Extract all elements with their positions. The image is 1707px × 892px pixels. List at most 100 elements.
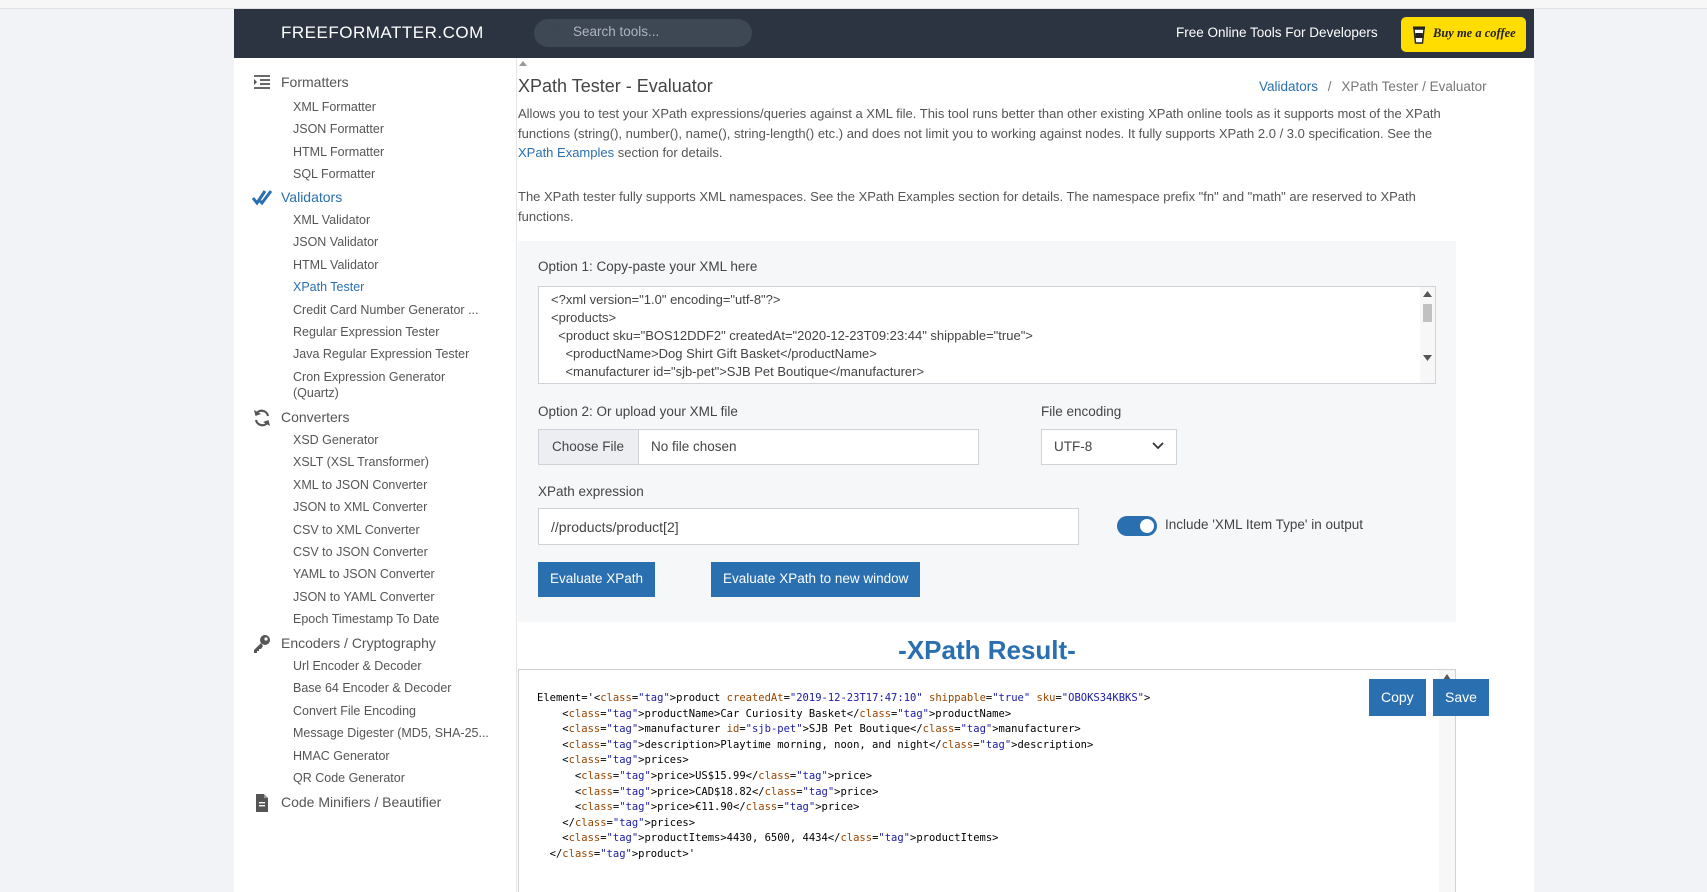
encoding-select[interactable]: UTF-8 <box>1041 429 1177 465</box>
result-line: <class="tag">manufacturer id="sjb-pet">S… <box>537 723 1081 736</box>
sidebar-item[interactable]: Convert File Encoding <box>293 704 416 718</box>
sidebar-item[interactable]: JSON Validator <box>293 235 378 249</box>
xml-textarea-scrollbar[interactable] <box>1420 287 1435 383</box>
sidebar-item[interactable]: XML Formatter <box>293 100 376 114</box>
result-line: Element='<class="tag">product createdAt=… <box>537 692 1151 704</box>
refresh-icon <box>254 409 270 427</box>
sidebar-item[interactable]: JSON Formatter <box>293 122 384 136</box>
file-icon <box>256 794 268 812</box>
result-title: -XPath Result- <box>898 635 1076 665</box>
sidebar-category-2[interactable]: Converters <box>281 409 349 425</box>
xml-textarea[interactable]: <manufacturer id="sjb-pet">SJB Pet Bouti… <box>538 286 1436 384</box>
item-type-toggle[interactable] <box>1117 516 1157 536</box>
encoding-value: UTF-8 <box>1054 439 1093 454</box>
key-icon <box>254 635 270 653</box>
sidebar-item[interactable]: Java Regular Expression Tester <box>293 347 469 361</box>
result-line: <class="tag">productItems>4430, 6500, 44… <box>537 832 999 845</box>
sidebar: Formatters XML Formatter JSON Formatter HTM… <box>234 58 517 892</box>
site-logo[interactable]: FREEFORMATTER.COM <box>281 23 484 43</box>
page-title: XPath Tester - Evaluator <box>518 76 713 96</box>
option2-label: Option 2: Or upload your XML file <box>538 404 738 419</box>
sidebar-item[interactable]: Cron Expression Generator <box>293 370 445 384</box>
sidebar-category-0[interactable]: Formatters <box>281 74 349 90</box>
sidebar-item[interactable]: CSV to JSON Converter <box>293 545 428 559</box>
sidebar-item[interactable]: XSLT (XSL Transformer) <box>293 455 429 469</box>
coffee-label: Buy me a coffee <box>1433 26 1516 40</box>
evaluate-xpath-new-window-button[interactable]: Evaluate XPath to new window <box>711 562 921 597</box>
choose-file-button[interactable]: Choose File <box>539 430 639 464</box>
sidebar-scroll-up-icon[interactable] <box>519 58 527 70</box>
sidebar-item[interactable]: HTML Formatter <box>293 145 384 159</box>
result-line: <class="tag">description>Playtime mornin… <box>537 738 1094 751</box>
result-line: </class="tag">prices> <box>537 816 696 829</box>
sidebar-item[interactable]: Regular Expression Tester <box>293 325 439 339</box>
browser-top-strip <box>0 0 1707 9</box>
breadcrumb-separator: / <box>1327 79 1332 94</box>
sidebar-item[interactable]: HTML Validator <box>293 258 378 272</box>
description-text: Allows you to test your XPath expression… <box>518 106 1441 141</box>
sidebar-item[interactable]: XSD Generator <box>293 433 378 447</box>
chevron-down-icon <box>1152 442 1164 450</box>
page: FREEFORMATTER.COM Search tools... Free O… <box>234 9 1534 892</box>
result-line: <class="tag">price>CAD$18.82</class="tag… <box>537 785 879 798</box>
sidebar-item[interactable]: Url Encoder & Decoder <box>293 659 422 673</box>
result-line: <class="tag">price>€11.90</class="tag">p… <box>537 801 860 814</box>
search-icon <box>548 26 560 38</box>
breadcrumb-current: XPath Tester / Evaluator <box>1341 79 1487 94</box>
xpath-label: XPath expression <box>538 484 644 499</box>
breadcrumb-validators-link[interactable]: Validators <box>1259 79 1318 94</box>
sidebar-item[interactable]: HMAC Generator <box>293 749 390 763</box>
save-button[interactable]: Save <box>1433 679 1489 716</box>
namespace-paragraph: The XPath tester fully supports XML name… <box>518 189 1416 224</box>
sidebar-category-1[interactable]: Validators <box>281 189 342 205</box>
site-header: FREEFORMATTER.COM Search tools... Free O… <box>234 9 1534 58</box>
sidebar-item[interactable]: JSON to XML Converter <box>293 500 427 514</box>
result-line: </class="tag">product>' <box>537 848 696 860</box>
result-line: <class="tag">prices> <box>537 754 689 767</box>
indent-list-icon <box>254 75 270 89</box>
scroll-down-icon[interactable] <box>1423 355 1432 362</box>
copy-button[interactable]: Copy <box>1369 679 1426 716</box>
xml-line: <manufacturer id="sjb-pet">SJB Pet Bouti… <box>551 364 925 379</box>
sidebar-category-4[interactable]: Code Minifiers / Beautifier <box>281 794 441 810</box>
no-file-text: No file chosen <box>651 439 737 454</box>
sidebar-item[interactable]: CSV to XML Converter <box>293 523 420 537</box>
search-input[interactable]: Search tools... <box>534 19 752 47</box>
sidebar-item[interactable]: XPath Tester <box>293 280 364 294</box>
xml-line: <productName>Dog Shirt Gift Basket</prod… <box>551 346 877 361</box>
sidebar-item[interactable]: XML to JSON Converter <box>293 478 427 492</box>
description-text-end: section for details. <box>614 145 723 160</box>
sidebar-item[interactable]: Message Digester (MD5, SHA-25... <box>293 726 489 740</box>
sidebar-item[interactable]: Credit Card Number Generator ... <box>293 303 479 317</box>
toggle-knob <box>1140 519 1154 533</box>
description-paragraph: Allows you to test your XPath expression… <box>518 104 1458 163</box>
sidebar-item[interactable]: JSON to YAML Converter <box>293 590 435 604</box>
xml-scroll-thumb[interactable] <box>1423 304 1432 322</box>
sidebar-item[interactable]: YAML to JSON Converter <box>293 567 435 581</box>
sidebar-item[interactable]: Base 64 Encoder & Decoder <box>293 681 451 695</box>
sidebar-item[interactable]: Epoch Timestamp To Date <box>293 612 439 626</box>
breadcrumb: Validators / XPath Tester / Evaluator <box>1259 79 1487 94</box>
double-check-icon <box>252 190 272 206</box>
coffee-cup-icon <box>1413 26 1425 44</box>
sidebar-item[interactable]: XML Validator <box>293 213 370 227</box>
sidebar-item[interactable]: (Quartz) <box>293 386 339 400</box>
result-output: Element='<class="tag">product createdAt=… <box>518 669 1456 892</box>
option1-label: Option 1: Copy-paste your XML here <box>538 259 758 274</box>
xpath-expression-input[interactable]: //products/product[2] <box>538 508 1079 545</box>
evaluate-xpath-button[interactable]: Evaluate XPath <box>538 562 656 597</box>
encoding-label: File encoding <box>1041 404 1122 419</box>
xml-line: <product sku="BOS12DDF2" createdAt="2020… <box>551 328 1033 343</box>
xml-line: <products> <box>551 310 617 325</box>
sidebar-category-3[interactable]: Encoders / Cryptography <box>281 635 436 651</box>
xml-line: <?xml version="1.0" encoding="utf-8"?> <box>551 292 781 307</box>
item-type-toggle-label: Include 'XML Item Type' in output <box>1165 517 1364 532</box>
header-tagline: Free Online Tools For Developers <box>1176 25 1378 40</box>
sidebar-item[interactable]: SQL Formatter <box>293 167 375 181</box>
scroll-up-icon[interactable] <box>1423 290 1432 297</box>
xpath-examples-link[interactable]: XPath Examples <box>518 145 614 160</box>
buy-me-a-coffee-button[interactable]: Buy me a coffee <box>1401 17 1526 52</box>
result-line: <class="tag">productName>Car Curiosity B… <box>537 707 1012 720</box>
file-upload-input[interactable]: Choose File No file chosen <box>538 429 979 465</box>
sidebar-item[interactable]: QR Code Generator <box>293 771 405 785</box>
